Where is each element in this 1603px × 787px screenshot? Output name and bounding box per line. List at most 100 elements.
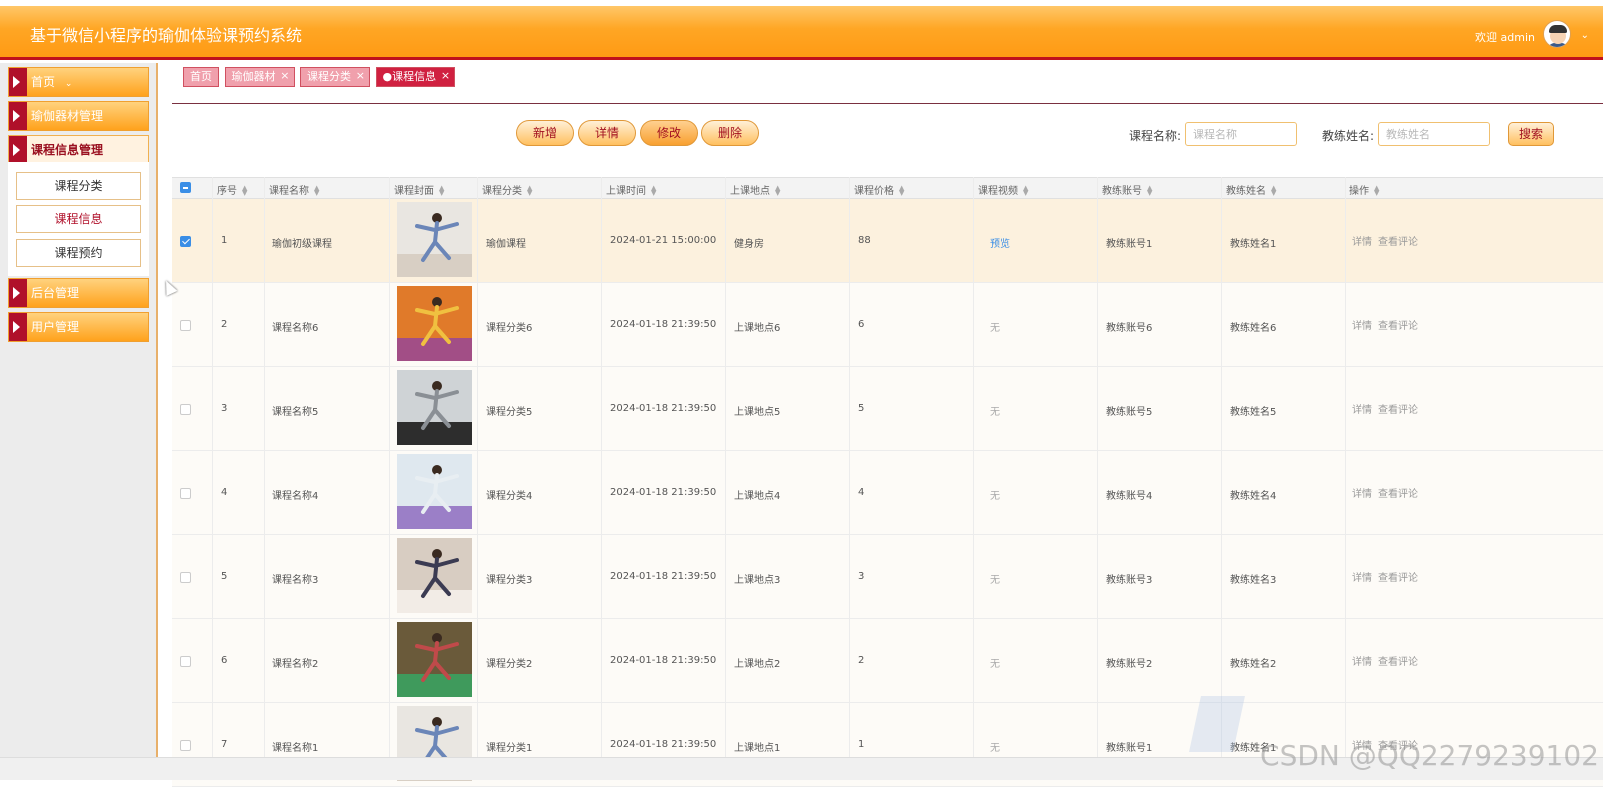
sort-icon[interactable]: ▲▼ — [242, 186, 247, 196]
close-icon[interactable]: × — [356, 67, 365, 85]
table-row[interactable]: 4 课程名称4 课程分类4 2024-01-18 21:39:50 上课地点4 … — [172, 451, 1603, 535]
detail-link[interactable]: 详情 — [1352, 321, 1372, 332]
sort-icon[interactable]: ▲▼ — [1374, 186, 1379, 196]
cell-coach-name: 教练姓名2 — [1230, 655, 1276, 670]
course-cover-image[interactable] — [397, 538, 472, 613]
view-comments-link[interactable]: 查看评论 — [1378, 237, 1418, 248]
detail-link[interactable]: 详情 — [1352, 573, 1372, 584]
sidebar-item-admin[interactable]: 后台管理 — [8, 278, 149, 308]
submenu-item-course-booking[interactable]: 课程预约 — [16, 239, 141, 267]
yoga-photo-icon — [397, 454, 472, 529]
course-name-input[interactable] — [1185, 122, 1297, 146]
submenu-item-course-category[interactable]: 课程分类 — [16, 172, 141, 200]
submenu-item-course-info[interactable]: 课程信息 — [16, 205, 141, 233]
detail-link[interactable]: 详情 — [1352, 489, 1372, 500]
view-comments-link[interactable]: 查看评论 — [1378, 573, 1418, 584]
sort-icon[interactable]: ▲▼ — [1147, 186, 1152, 196]
tab-label: ●课程信息 — [383, 70, 437, 83]
close-icon[interactable]: × — [441, 67, 450, 85]
add-button[interactable]: 新增 — [516, 120, 574, 146]
submenu: 课程分类 课程信息 课程预约 — [8, 162, 149, 276]
row-checkbox[interactable] — [180, 572, 191, 583]
column-label: 课程视频 — [978, 186, 1018, 197]
tab-home[interactable]: 首页 — [183, 67, 219, 87]
sort-icon[interactable]: ▲▼ — [1271, 186, 1276, 196]
column-header[interactable]: 教练账号▲▼ — [1102, 182, 1152, 197]
edit-button[interactable]: 修改 — [640, 120, 698, 146]
coach-name-input[interactable] — [1378, 122, 1490, 146]
sort-icon[interactable]: ▲▼ — [1023, 186, 1028, 196]
column-header[interactable]: 课程视频 ▲▼ — [978, 182, 1028, 197]
yoga-photo-icon — [397, 370, 472, 445]
detail-link[interactable]: 详情 — [1352, 237, 1372, 248]
table-header: 序号▲▼ 课程名称▲▼ 课程封面▲▼ 课程分类▲▼ 上课时间▲▼ 上课地点▲▼ … — [172, 177, 1603, 199]
sort-icon[interactable]: ▲▼ — [314, 186, 319, 196]
view-comments-link[interactable]: 查看评论 — [1378, 489, 1418, 500]
column-header[interactable]: 课程价格▲▼ — [854, 182, 904, 197]
table-row[interactable]: 5 课程名称3 课程分类3 2024-01-18 21:39:50 上课地点3 … — [172, 535, 1603, 619]
sort-icon[interactable]: ▲▼ — [527, 186, 532, 196]
sidebar-item-yoga-equipment[interactable]: 瑜伽器材管理 — [8, 101, 149, 131]
view-comments-link[interactable]: 查看评论 — [1378, 405, 1418, 416]
view-comments-link[interactable]: 查看评论 — [1378, 657, 1418, 668]
detail-link[interactable]: 详情 — [1352, 405, 1372, 416]
row-checkbox[interactable] — [180, 656, 191, 667]
table-row[interactable]: 6 课程名称2 课程分类2 2024-01-18 21:39:50 上课地点2 … — [172, 619, 1603, 703]
column-label: 操作 — [1349, 186, 1369, 197]
course-cover-image[interactable] — [397, 454, 472, 529]
column-divider — [1097, 177, 1098, 757]
table-row[interactable]: 1 瑜伽初级课程 瑜伽课程 2024-01-21 15:00:00 健身房 88… — [172, 199, 1603, 283]
select-all-checkbox[interactable] — [180, 182, 191, 193]
column-header[interactable]: 教练姓名▲▼ — [1226, 182, 1276, 197]
delete-button[interactable]: 删除 — [701, 120, 759, 146]
watermark-text: CSDN @QQ2279239102 — [1260, 739, 1599, 772]
row-checkbox[interactable] — [180, 236, 191, 247]
tab-course-info[interactable]: ●课程信息 × — [376, 67, 456, 87]
column-header[interactable]: 上课地点▲▼ — [730, 182, 780, 197]
sidebar-item-label: 瑜伽器材管理 — [31, 109, 103, 123]
sort-icon[interactable]: ▲▼ — [899, 186, 904, 196]
row-checkbox[interactable] — [180, 488, 191, 499]
cell-no: 6 — [221, 655, 227, 666]
cell-no: 2 — [221, 319, 227, 330]
sidebar-item-course-info[interactable]: 课程信息管理 — [8, 135, 149, 165]
view-comments-link[interactable]: 查看评论 — [1378, 321, 1418, 332]
sort-icon[interactable]: ▲▼ — [651, 186, 656, 196]
column-header[interactable]: 课程名称▲▼ — [269, 182, 319, 197]
cell-video[interactable]: 预览 — [990, 235, 1010, 250]
column-header[interactable]: 操作 ▲▼ — [1349, 182, 1379, 197]
sort-icon[interactable]: ▲▼ — [775, 186, 780, 196]
cell-coach-name: 教练姓名4 — [1230, 487, 1276, 502]
table-row[interactable]: 3 课程名称5 课程分类5 2024-01-18 21:39:50 上课地点5 … — [172, 367, 1603, 451]
close-icon[interactable]: × — [280, 67, 289, 85]
cell-place: 上课地点4 — [734, 487, 780, 502]
column-header[interactable]: 上课时间▲▼ — [606, 182, 656, 197]
cell-price: 2 — [858, 655, 864, 666]
cell-coach-name: 教练姓名5 — [1230, 403, 1276, 418]
tab-course-category[interactable]: 课程分类 × — [300, 67, 370, 87]
search-button[interactable]: 搜索 — [1508, 122, 1554, 146]
row-checkbox[interactable] — [180, 740, 191, 751]
column-header[interactable]: 序号▲▼ — [217, 182, 247, 197]
sidebar-item-users[interactable]: 用户管理 — [8, 312, 149, 342]
detail-link[interactable]: 详情 — [1352, 657, 1372, 668]
sort-icon[interactable]: ▲▼ — [439, 186, 444, 196]
chevron-down-icon[interactable]: ⌄ — [1581, 30, 1589, 41]
row-checkbox[interactable] — [180, 320, 191, 331]
row-actions: 详情查看评论 — [1352, 401, 1424, 416]
course-cover-image[interactable] — [397, 370, 472, 445]
divider — [172, 103, 1603, 104]
course-cover-image[interactable] — [397, 202, 472, 277]
avatar[interactable] — [1543, 20, 1571, 48]
table-row[interactable]: 2 课程名称6 课程分类6 2024-01-18 21:39:50 上课地点6 … — [172, 283, 1603, 367]
course-cover-image[interactable] — [397, 286, 472, 361]
cell-place: 上课地点6 — [734, 319, 780, 334]
row-checkbox[interactable] — [180, 404, 191, 415]
sidebar-item-home[interactable]: 首页 ⌄ — [8, 67, 149, 97]
yoga-photo-icon — [397, 622, 472, 697]
detail-button[interactable]: 详情 — [578, 120, 636, 146]
column-header[interactable]: 课程封面▲▼ — [394, 182, 444, 197]
course-cover-image[interactable] — [397, 622, 472, 697]
tab-yoga-equipment[interactable]: 瑜伽器材 × — [225, 67, 295, 87]
column-header[interactable]: 课程分类▲▼ — [482, 182, 532, 197]
